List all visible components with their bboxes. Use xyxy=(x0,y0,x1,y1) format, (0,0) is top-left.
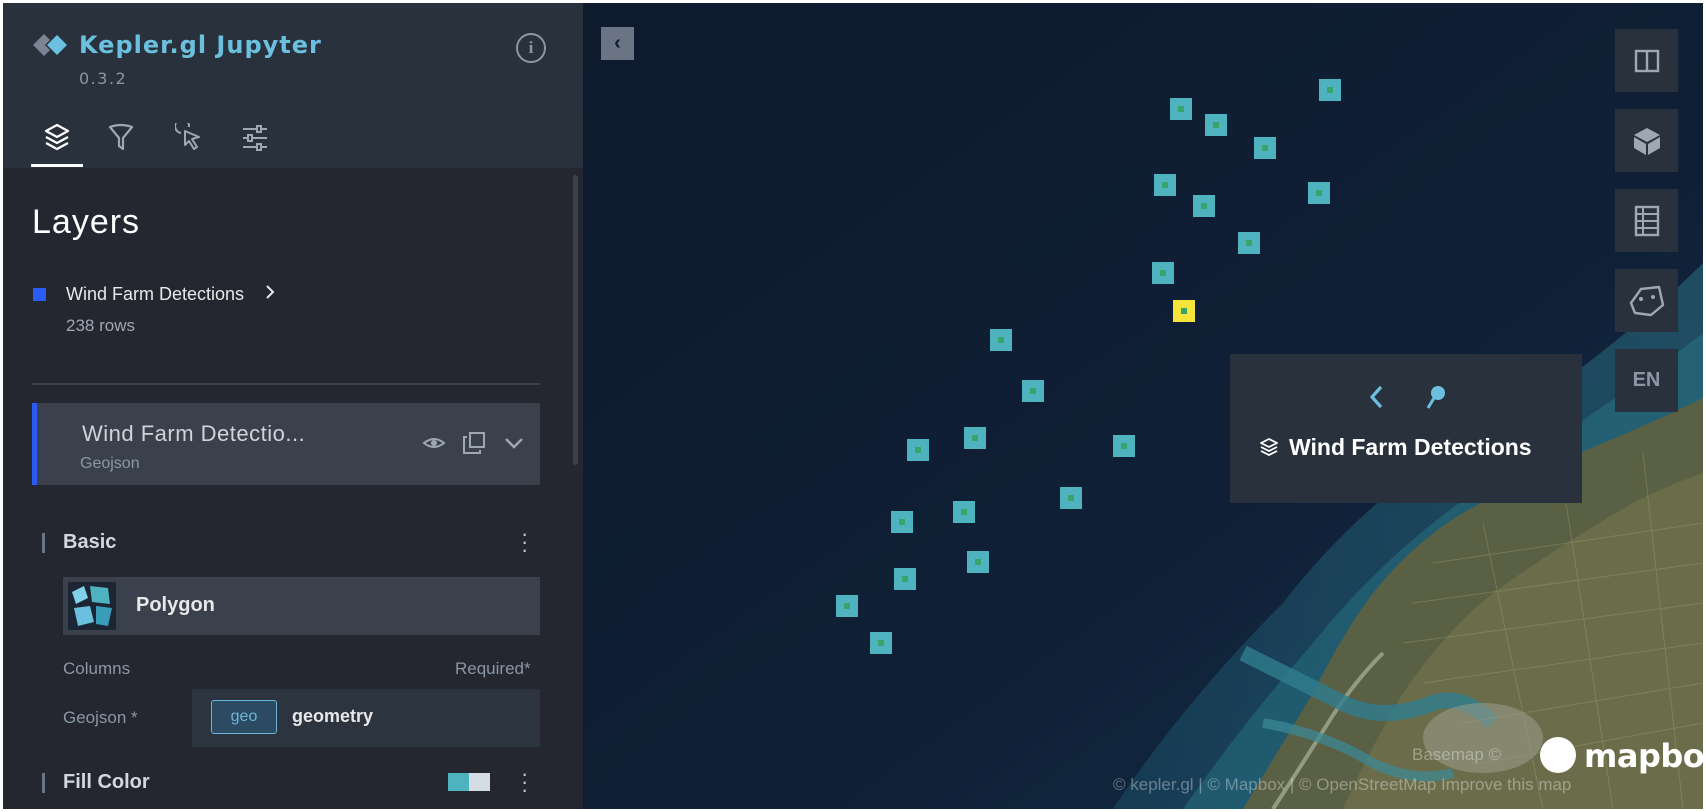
required-label: Required* xyxy=(455,659,531,678)
info-icon[interactable]: i xyxy=(516,33,546,63)
mapbox-wordmark: mapbox xyxy=(1584,737,1703,775)
mapbox-logo-icon xyxy=(1540,737,1576,773)
app-title: Kepler.gl Jupyter xyxy=(79,31,322,59)
side-panel: Kepler.gl Jupyter 0.3.2 i Layers Wind Fa… xyxy=(3,3,583,809)
tab-layers[interactable] xyxy=(31,115,83,167)
draw-polygon-button[interactable] xyxy=(1615,269,1678,332)
dataset-color-swatch xyxy=(33,288,46,301)
columns-label: Columns xyxy=(63,659,131,678)
layers-icon xyxy=(44,123,70,151)
tooltip-layer-title: Wind Farm Detections xyxy=(1289,434,1532,460)
dataset-name[interactable]: Wind Farm Detections xyxy=(66,284,244,305)
draw-polygon-icon xyxy=(1629,285,1664,316)
tab-map-settings[interactable] xyxy=(229,115,281,167)
app-version: 0.3.2 xyxy=(79,69,128,88)
3d-map-button[interactable] xyxy=(1615,109,1678,172)
field-type-tag: geo xyxy=(211,700,277,734)
map-credits[interactable]: © kepler.gl | © Mapbox | © OpenStreetMap… xyxy=(1113,775,1571,795)
layer-type-label: Geojson xyxy=(80,455,140,472)
section-marker xyxy=(42,533,45,553)
map-tooltip: Wind Farm Detections xyxy=(1230,354,1582,503)
panel-heading: Layers xyxy=(32,203,141,241)
legend-icon xyxy=(1634,205,1659,236)
collapse-panel-button[interactable]: ‹ xyxy=(601,27,634,60)
tab-interactions[interactable] xyxy=(163,115,215,167)
map-view[interactable]: ‹ EN Wind Farm Detections Basemap © © ke… xyxy=(583,3,1703,809)
side-panel-header: Kepler.gl Jupyter 0.3.2 i xyxy=(3,3,583,168)
map-legend-button[interactable] xyxy=(1615,189,1678,252)
split-map-button[interactable] xyxy=(1615,29,1678,92)
layer-panel-header[interactable]: Wind Farm Detectio... Geojson xyxy=(32,403,540,485)
language-label: EN xyxy=(1632,369,1661,391)
section-basic-title: Basic xyxy=(63,531,117,553)
duplicate-icon[interactable] xyxy=(462,431,486,455)
more-options-icon[interactable]: · · · xyxy=(521,523,528,561)
dataset-row-count: 238 rows xyxy=(66,316,135,335)
map-settings-icon xyxy=(243,125,267,151)
interaction-icon xyxy=(175,123,200,150)
section-marker xyxy=(42,773,45,793)
layer-type-value: Polygon xyxy=(136,594,215,616)
polygon-icon xyxy=(68,582,116,630)
fill-color-swatch[interactable] xyxy=(448,773,490,791)
section-fill-color-title: Fill Color xyxy=(63,771,150,793)
eye-icon[interactable] xyxy=(422,431,446,455)
cube-icon xyxy=(1633,127,1660,155)
chevron-right-icon[interactable] xyxy=(264,282,276,302)
layer-type-selector[interactable]: Polygon xyxy=(63,577,540,635)
chevron-left-icon[interactable] xyxy=(1367,384,1387,410)
geojson-field-label: Geojson * xyxy=(63,708,138,727)
kepler-logo-icon xyxy=(33,34,67,56)
more-options-icon[interactable]: · · · xyxy=(521,763,528,801)
panel-scrollbar[interactable] xyxy=(573,175,578,465)
tab-filters[interactable] xyxy=(95,115,147,167)
split-map-icon xyxy=(1634,49,1659,72)
basemap-attribution[interactable]: Basemap © xyxy=(1412,745,1501,765)
layer-name[interactable]: Wind Farm Detectio... xyxy=(82,421,305,447)
mapbox-logo[interactable]: mapbox xyxy=(1540,735,1703,777)
language-button[interactable]: EN xyxy=(1615,349,1678,412)
chevron-down-icon[interactable] xyxy=(502,431,526,455)
app-frame: Kepler.gl Jupyter 0.3.2 i Layers Wind Fa… xyxy=(3,3,1703,809)
filter-icon xyxy=(108,123,134,151)
geojson-column-value: geometry xyxy=(292,706,374,726)
geojson-column-select[interactable]: geo geometry xyxy=(192,689,540,747)
divider xyxy=(32,383,540,385)
pin-icon[interactable] xyxy=(1425,384,1447,410)
layers-icon xyxy=(1260,438,1278,457)
